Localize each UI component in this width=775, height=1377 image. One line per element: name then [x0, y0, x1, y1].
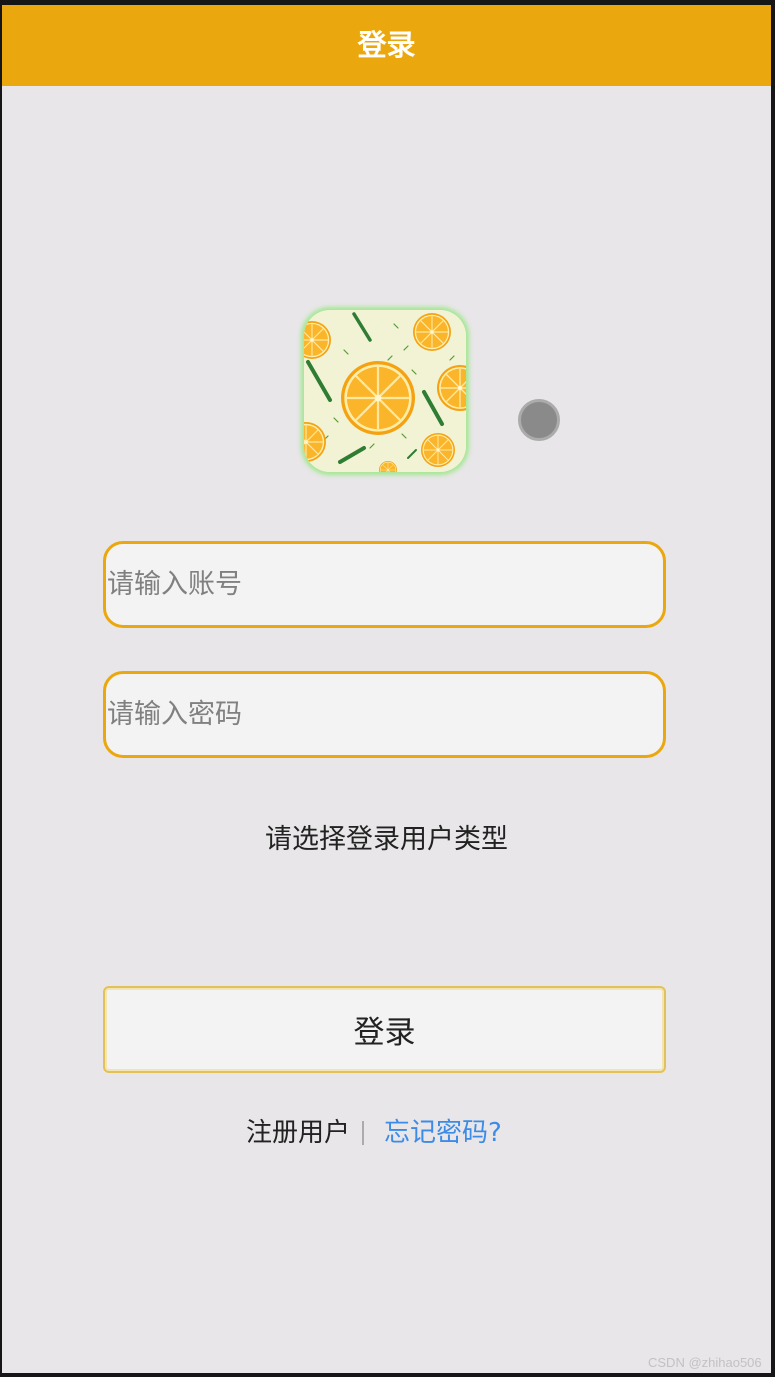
gray-dot-icon: [518, 399, 560, 441]
register-link[interactable]: 注册用户: [246, 1117, 350, 1149]
watermark: CSDN @zhihao506: [648, 1355, 762, 1370]
link-separator: [362, 1121, 364, 1145]
password-input[interactable]: [103, 671, 666, 758]
login-screen: 登录 请输入账号 请选择登录用户类型 登录 注册用户 忘记密码? CSDN @z…: [2, 5, 771, 1373]
orange-slices-logo: [304, 310, 466, 472]
user-type-picker[interactable]: 请选择登录用户类型: [2, 822, 771, 858]
header-bar: 登录: [2, 5, 771, 86]
page-title: 登录: [357, 28, 416, 62]
forgot-password-link[interactable]: 忘记密码?: [384, 1117, 502, 1149]
login-button[interactable]: 登录: [103, 986, 666, 1073]
account-input[interactable]: [103, 541, 666, 628]
